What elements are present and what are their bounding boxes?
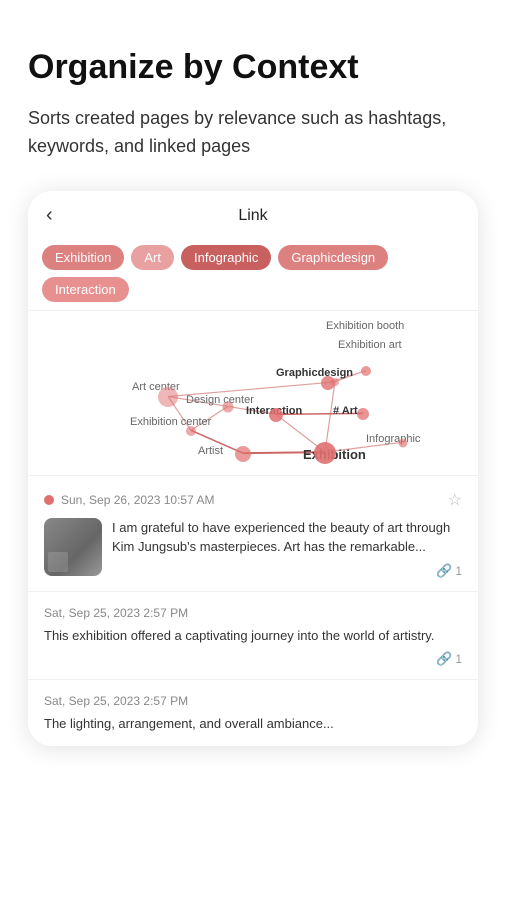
star-icon-1[interactable]: ☆	[448, 490, 462, 510]
page-subtitle: Sorts created pages by relevance such as…	[28, 105, 478, 161]
entry-thumb-inner-1	[44, 518, 102, 576]
top-bar: ‹ Link	[28, 191, 478, 235]
node-dot-artist	[235, 446, 251, 462]
entry-text-3: The lighting, arrangement, and overall a…	[44, 714, 462, 734]
node-exhibition-center: Exhibition center	[130, 416, 211, 428]
node-dot-exhibition-booth	[361, 366, 371, 376]
entry-card-2: Sat, Sep 25, 2023 2:57 PM This exhibitio…	[28, 591, 478, 680]
entry-header-1: Sun, Sep 26, 2023 10:57 AM ☆	[44, 490, 462, 510]
node-exhibition-booth: Exhibition booth	[326, 320, 404, 332]
entry-card-1: Sun, Sep 26, 2023 10:57 AM ☆ I am gratef…	[28, 475, 478, 591]
tag-exhibition[interactable]: Exhibition	[42, 245, 124, 270]
entry-date-2: Sat, Sep 25, 2023 2:57 PM	[44, 606, 462, 620]
node-dot-exhibition-center	[186, 426, 196, 436]
entry-text-1: I am grateful to have experienced the be…	[112, 518, 462, 557]
node-dot-graphicdesign	[321, 376, 335, 390]
tag-art[interactable]: Art	[131, 245, 174, 270]
node-dot-hash-art	[357, 408, 369, 420]
screen-title: Link	[238, 207, 267, 225]
entry-date-row-1: Sun, Sep 26, 2023 10:57 AM	[44, 493, 214, 507]
tag-interaction[interactable]: Interaction	[42, 277, 129, 302]
entry-date-1: Sun, Sep 26, 2023 10:57 AM	[61, 493, 214, 507]
node-infographic: Infographic	[366, 433, 420, 445]
node-hash-art: # Art	[333, 405, 358, 417]
node-graphicdesign: Graphicdesign	[276, 367, 353, 379]
node-dot-interaction	[269, 408, 283, 422]
entry-link-number-2: 1	[455, 652, 462, 666]
page-container: Organize by Context Sorts created pages …	[0, 0, 506, 900]
entry-text-2: This exhibition offered a captivating jo…	[44, 626, 462, 646]
tags-row: Exhibition Art Infographic Graphicdesign…	[28, 235, 478, 310]
entry-thumbnail-1	[44, 518, 102, 576]
graph-svg	[28, 311, 478, 475]
app-screen: ‹ Link Exhibition Art Infographic Graphi…	[28, 191, 478, 746]
entry-date-3: Sat, Sep 25, 2023 2:57 PM	[44, 694, 462, 708]
node-dot-art-center	[158, 387, 178, 407]
phone-mockup: ‹ Link Exhibition Art Infographic Graphi…	[28, 191, 478, 746]
node-dot-design-center	[223, 401, 234, 412]
entry-body-1: I am grateful to have experienced the be…	[44, 518, 462, 579]
node-dot-exhibition	[314, 442, 336, 464]
entry-link-count-1: 🔗 1	[112, 563, 462, 579]
link-icon-1: 🔗	[436, 563, 452, 579]
node-design-center: Design center	[186, 394, 254, 406]
entry-card-3: Sat, Sep 25, 2023 2:57 PM The lighting, …	[28, 679, 478, 746]
entry-link-count-2: 🔗 1	[44, 651, 462, 667]
entry-link-number-1: 1	[455, 564, 462, 578]
node-artist: Artist	[198, 445, 223, 457]
back-button[interactable]: ‹	[46, 204, 53, 227]
tag-graphicdesign[interactable]: Graphicdesign	[278, 245, 388, 270]
tag-infographic[interactable]: Infographic	[181, 245, 271, 270]
link-icon-2: 🔗	[436, 651, 452, 667]
entry-text-wrapper-1: I am grateful to have experienced the be…	[112, 518, 462, 579]
node-dot-infographic	[399, 438, 408, 447]
page-title: Organize by Context	[28, 48, 478, 87]
node-exhibition-art: Exhibition art	[338, 339, 402, 351]
entry-dot-1	[44, 495, 54, 505]
graph-area: Exhibition booth Exhibition art Graphicd…	[28, 310, 478, 475]
